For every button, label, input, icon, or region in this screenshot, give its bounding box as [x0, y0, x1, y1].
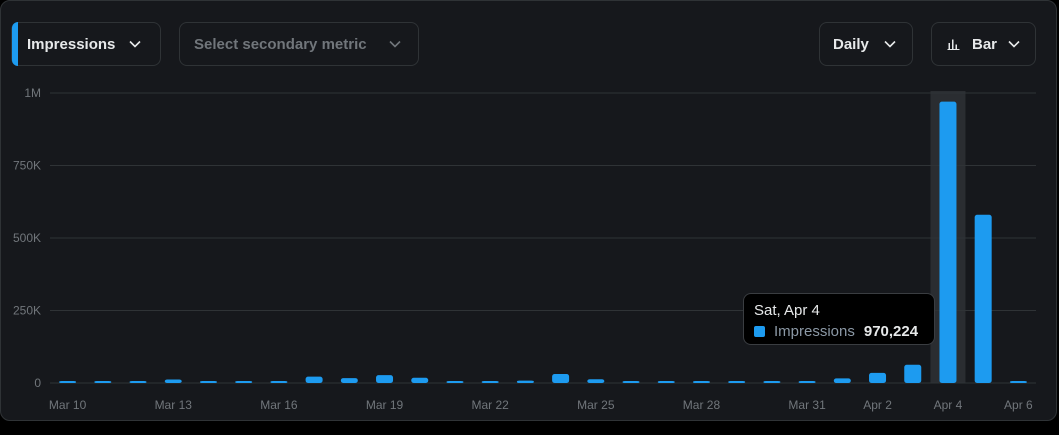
bar-mar-15: [235, 380, 253, 383]
y-tick-label: 250K: [13, 304, 41, 318]
x-tick-label: Apr 4: [934, 398, 963, 412]
bar-mar-13: [164, 379, 182, 383]
x-tick-label: Mar 28: [683, 398, 721, 412]
x-tick-label: Mar 13: [155, 398, 193, 412]
bar-mar-28: [692, 381, 710, 383]
y-tick-label: 500K: [13, 231, 41, 245]
bar-mar-20: [411, 377, 429, 383]
bar-mar-22: [481, 380, 499, 383]
x-tick-label: Mar 25: [577, 398, 615, 412]
bar-mar-16: [270, 380, 288, 383]
tooltip-date: Sat, Apr 4: [754, 302, 820, 319]
tooltip-value: 970,224: [863, 323, 919, 340]
y-tick-label: 0: [34, 376, 41, 390]
x-tick-label: Apr 2: [863, 398, 892, 412]
bar-apr-3: [904, 364, 922, 383]
bar-mar-12: [129, 381, 147, 383]
bar-mar-26: [622, 381, 640, 383]
bar-mar-18: [340, 378, 358, 383]
chart-tooltip: Sat, Apr 4 Impressions 970,224: [743, 293, 935, 345]
bar-mar-29: [728, 381, 746, 383]
analytics-chart-panel: Impressions Select secondary metric Dail…: [0, 0, 1057, 421]
bar-mar-17: [305, 376, 323, 383]
y-tick-label: 1M: [24, 86, 41, 100]
x-tick-label: Mar 16: [260, 398, 298, 412]
bar-mar-23: [516, 380, 534, 383]
bar-apr-2: [869, 372, 887, 383]
bar-mar-10: [59, 381, 77, 383]
bar-chart: 0 250K 500K 750K 1M Mar 10 Mar 13 Mar 16 Mar 19 M…: [13, 86, 1036, 412]
bar-mar-31: [798, 381, 816, 383]
bar-apr-5: [974, 214, 992, 383]
bar-apr-4: [939, 101, 957, 383]
y-tick-label: 750K: [13, 159, 41, 173]
bar-mar-27: [657, 381, 675, 383]
x-tick-label: Mar 31: [788, 398, 826, 412]
bar-apr-1: [833, 378, 851, 383]
bar-mar-25: [587, 379, 605, 383]
tooltip-series-swatch: [754, 326, 765, 337]
x-tick-label: Apr 6: [1004, 398, 1033, 412]
bar-mar-11: [94, 381, 112, 383]
x-tick-label: Mar 22: [471, 398, 509, 412]
bar-mar-14: [199, 380, 217, 383]
bar-apr-6: [1009, 381, 1027, 383]
bar-mar-21: [446, 381, 464, 383]
x-tick-label: Mar 19: [366, 398, 404, 412]
bar-mar-24: [552, 374, 570, 383]
x-tick-label: Mar 10: [49, 398, 87, 412]
tooltip-metric-label: Impressions: [774, 323, 855, 340]
bar-mar-30: [763, 381, 781, 383]
bar-mar-19: [376, 375, 394, 383]
